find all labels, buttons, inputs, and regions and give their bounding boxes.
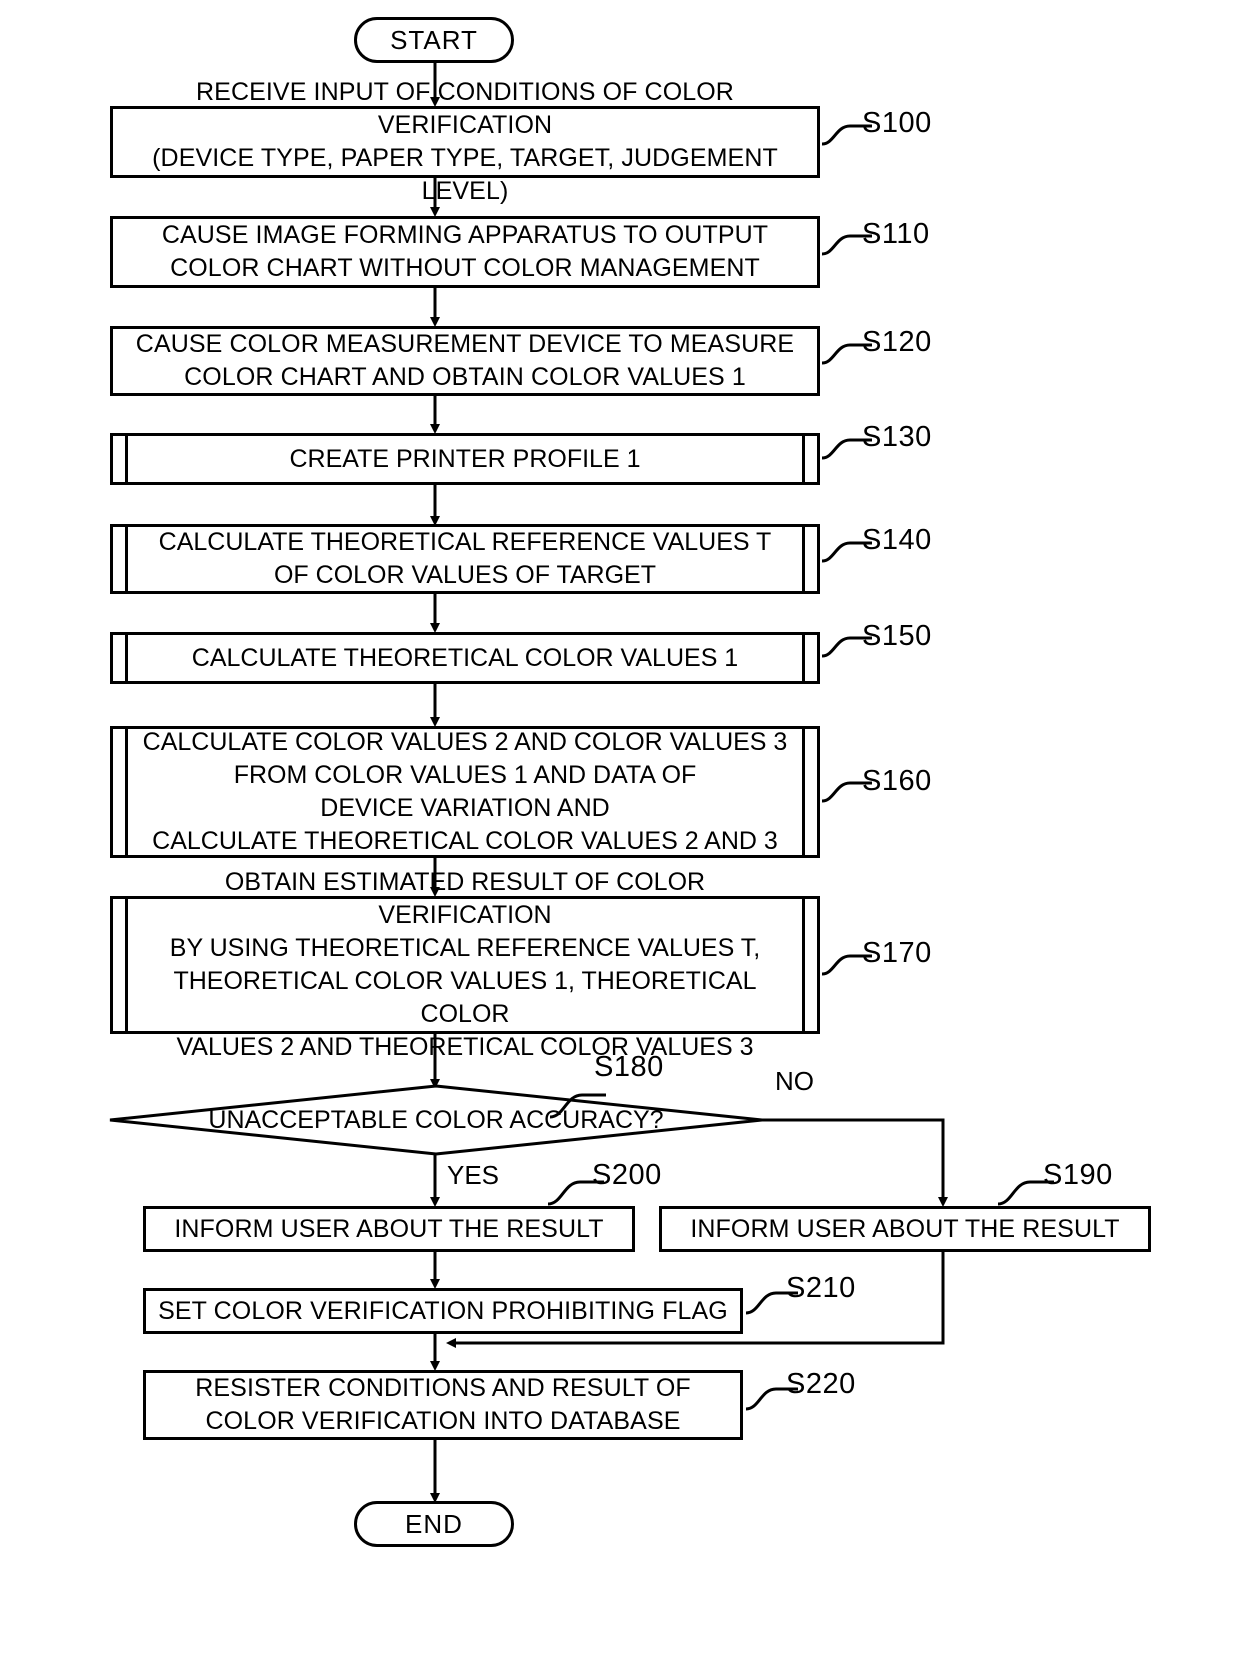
step-ref-s100: S100: [862, 107, 932, 139]
step-s180-decision: UNACCEPTABLE COLOR ACCURACY?: [108, 1084, 764, 1156]
step-s200-box: INFORM USER ABOUT THE RESULT: [143, 1206, 635, 1252]
step-ref-s220: S220: [786, 1368, 856, 1400]
edge-label-yes: YES: [447, 1160, 500, 1190]
step-s220-label: RESISTER CONDITIONS AND RESULT OF COLOR …: [195, 1374, 691, 1435]
terminal-start: START: [354, 17, 514, 63]
step-ref-s160: S160: [862, 765, 932, 797]
step-ref-s170: S170: [862, 937, 932, 969]
step-s100-label: RECEIVE INPUT OF CONDITIONS OF COLOR VER…: [152, 78, 778, 205]
step-s170-box: OBTAIN ESTIMATED RESULT OF COLOR VERIFIC…: [110, 868, 820, 1061]
step-ref-s140: S140: [862, 524, 932, 556]
step-ref-s110: S110: [862, 218, 930, 250]
step-ref-s120: S120: [862, 326, 932, 358]
step-s210-label: SET COLOR VERIFICATION PROHIBITING FLAG: [158, 1296, 728, 1325]
step-s190-label: INFORM USER ABOUT THE RESULT: [690, 1214, 1120, 1243]
step-s110-label: CAUSE IMAGE FORMING APPARATUS TO OUTPUT …: [161, 221, 769, 282]
step-s120-label: CAUSE COLOR MEASUREMENT DEVICE TO MEASUR…: [135, 330, 795, 391]
flowchart-figure: START RECEIVE INPUT OF CONDITIONS OF COL…: [0, 0, 1240, 1665]
edge-label-no: NO: [775, 1066, 814, 1096]
step-ref-s210: S210: [786, 1272, 856, 1304]
step-s170-label: OBTAIN ESTIMATED RESULT OF COLOR VERIFIC…: [169, 868, 761, 1061]
leader-s180: [549, 1093, 606, 1119]
step-s140-box: CALCULATE THEORETICAL REFERENCE VALUES T…: [110, 524, 820, 594]
step-s160-label: CALCULATE COLOR VALUES 2 AND COLOR VALUE…: [142, 728, 788, 855]
step-ref-s190: S190: [1043, 1159, 1113, 1191]
step-s140-label: CALCULATE THEORETICAL REFERENCE VALUES T…: [158, 528, 772, 589]
step-s180-label: UNACCEPTABLE COLOR ACCURACY?: [208, 1106, 664, 1134]
step-s220-box: RESISTER CONDITIONS AND RESULT OF COLOR …: [143, 1370, 743, 1440]
terminal-end: END: [354, 1501, 514, 1547]
step-ref-s150: S150: [862, 620, 932, 652]
terminal-end-label: END: [405, 1508, 463, 1539]
step-s130-box: CREATE PRINTER PROFILE 1: [110, 433, 820, 485]
step-ref-s200: S200: [592, 1159, 662, 1191]
step-s100-box: RECEIVE INPUT OF CONDITIONS OF COLOR VER…: [110, 78, 820, 205]
step-s200-label: INFORM USER ABOUT THE RESULT: [174, 1214, 604, 1243]
step-s130-label: CREATE PRINTER PROFILE 1: [289, 444, 641, 473]
step-s150-box: CALCULATE THEORETICAL COLOR VALUES 1: [110, 632, 820, 684]
step-s190-box: INFORM USER ABOUT THE RESULT: [659, 1206, 1151, 1252]
step-s150-label: CALCULATE THEORETICAL COLOR VALUES 1: [191, 643, 739, 672]
step-s120-box: CAUSE COLOR MEASUREMENT DEVICE TO MEASUR…: [110, 326, 820, 396]
step-s160-box: CALCULATE COLOR VALUES 2 AND COLOR VALUE…: [110, 726, 820, 858]
step-ref-s130: S130: [862, 421, 932, 453]
terminal-start-label: START: [390, 24, 478, 55]
step-s210-box: SET COLOR VERIFICATION PROHIBITING FLAG: [143, 1288, 743, 1334]
step-s110-box: CAUSE IMAGE FORMING APPARATUS TO OUTPUT …: [110, 216, 820, 288]
